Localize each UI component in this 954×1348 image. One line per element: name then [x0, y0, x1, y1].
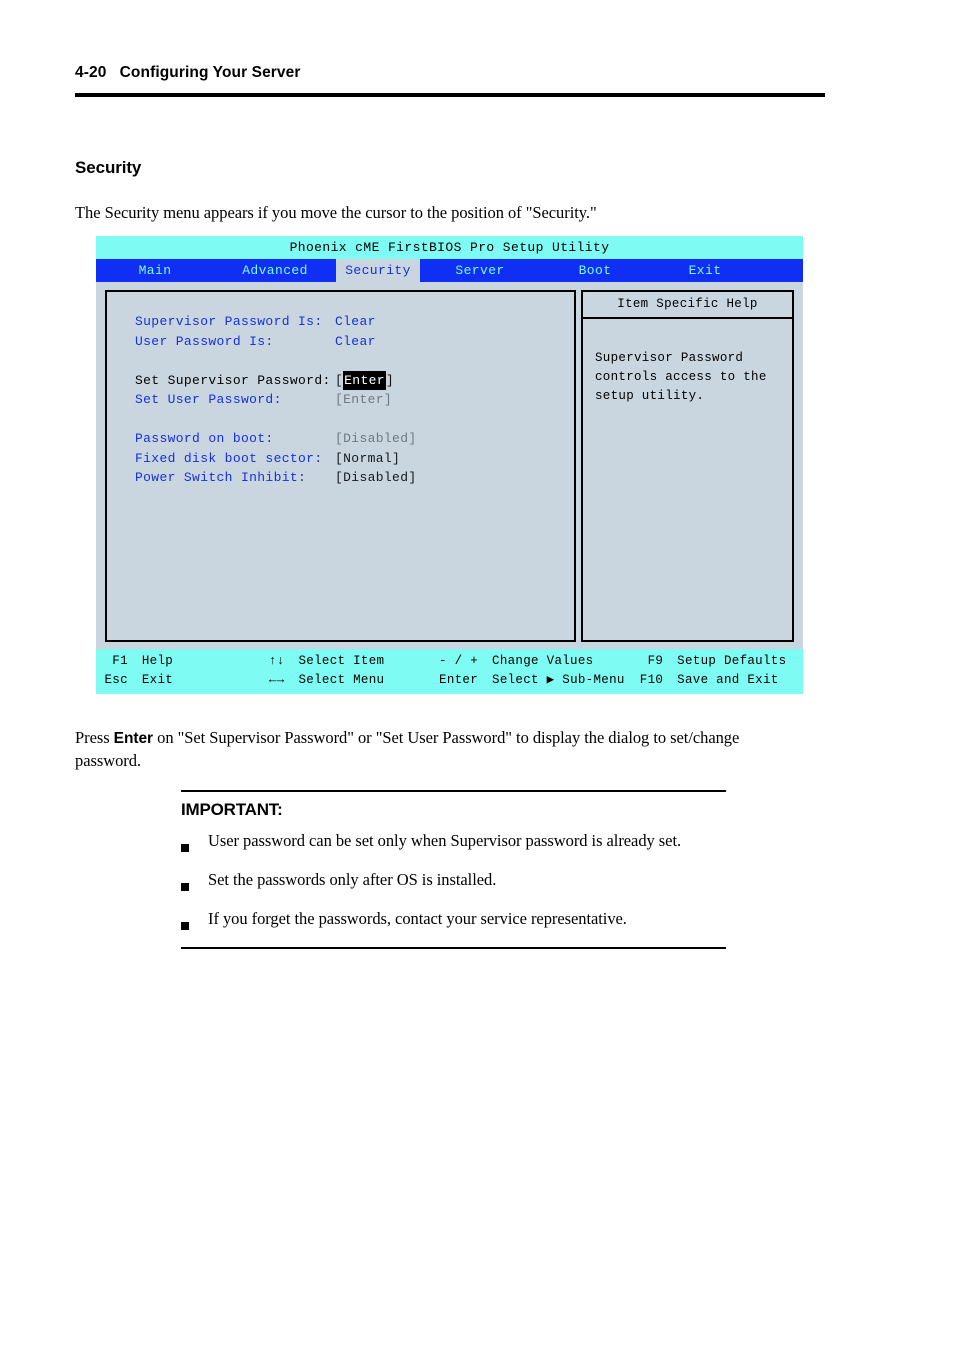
option-label: Set User Password:	[135, 392, 282, 407]
footer-label-select-submenu: Select ▶ Sub-Menu	[492, 673, 625, 687]
square-bullet-icon	[181, 830, 208, 857]
footer-label-change-values: Change Values	[492, 654, 594, 668]
option-label: Supervisor Password Is:	[135, 314, 323, 329]
page-header: 4-20 Configuring Your Server	[75, 64, 825, 97]
footer-key-enter[interactable]: Enter	[424, 671, 478, 690]
option-row-supervisor-password-is[interactable]: Supervisor Password Is: Clear	[135, 312, 574, 332]
option-value: Clear	[335, 314, 376, 329]
help-panel-body: Supervisor Password controls access to t…	[583, 319, 792, 406]
footer-label-exit: Exit	[141, 673, 174, 687]
option-value: [Normal]	[335, 450, 401, 466]
option-value-bracket-open: [	[335, 372, 344, 388]
footer-key-f1[interactable]: F1	[96, 652, 128, 671]
footer-key-minus-plus[interactable]: - / +	[424, 652, 478, 671]
option-value: [Enter]	[335, 392, 393, 407]
press-suffix: on "Set Supervisor Password" or "Set Use…	[75, 728, 740, 770]
footer-label-help: Help	[141, 654, 174, 668]
help-panel-title: Item Specific Help	[583, 292, 792, 319]
option-value: [Disabled]	[335, 431, 417, 446]
option-row-set-user-password[interactable]: Set User Password: [Enter]	[135, 390, 574, 410]
bios-footer-bar: F1 Help ↑↓ Select Item - / + Change Valu…	[96, 649, 803, 694]
tab-advanced[interactable]: Advanced	[214, 259, 336, 282]
list-item: If you forget the passwords, contact you…	[181, 908, 726, 935]
footer-label-select-menu: Select Menu	[298, 673, 385, 687]
press-key-label: Enter	[113, 730, 154, 747]
option-row-power-switch-inhibit[interactable]: Power Switch Inhibit: [Disabled]	[135, 468, 574, 488]
important-rule-top	[181, 790, 726, 792]
bios-setup-screen: Phoenix cME FirstBIOS Pro Setup Utility …	[96, 236, 803, 694]
important-item-text: Set the passwords only after OS is insta…	[208, 870, 497, 889]
option-value-bracket-close: ]	[385, 372, 395, 388]
footer-key-f9[interactable]: F9	[626, 652, 663, 671]
footer-key-arrows-updown[interactable]: ↑↓	[232, 652, 284, 671]
press-prefix: Press	[75, 728, 114, 747]
tab-security[interactable]: Security	[336, 259, 420, 282]
option-spacer	[135, 410, 574, 430]
option-label: Set Supervisor Password:	[135, 372, 331, 388]
option-spacer	[135, 351, 574, 371]
option-label: Power Switch Inhibit:	[135, 470, 307, 485]
list-item: Set the passwords only after OS is insta…	[181, 869, 726, 896]
help-line-2: controls access to the	[595, 370, 767, 384]
bios-body: Supervisor Password Is: Clear User Passw…	[96, 282, 803, 649]
page-header-text: 4-20 Configuring Your Server	[75, 64, 301, 81]
important-rule-bottom	[181, 947, 726, 949]
help-line-3: setup utility.	[595, 389, 705, 403]
important-item-text: User password can be set only when Super…	[208, 831, 682, 850]
important-item-text: If you forget the passwords, contact you…	[208, 909, 627, 928]
page-title: Security	[75, 158, 142, 177]
footer-key-f10[interactable]: F10	[626, 671, 663, 690]
option-value: Clear	[335, 333, 376, 349]
tab-server[interactable]: Server	[420, 259, 540, 282]
footer-row-1: F1 Help ↑↓ Select Item - / + Change Valu…	[96, 652, 803, 671]
footer-row-2: Esc Exit ←→ Select Menu Enter Select ▶ S…	[96, 671, 803, 690]
option-row-set-supervisor-password[interactable]: Set Supervisor Password: [Enter]	[135, 370, 574, 390]
footer-key-arrows-leftright[interactable]: ←→	[232, 671, 284, 690]
important-title: IMPORTANT:	[181, 800, 283, 819]
press-enter-paragraph: Press Enter on "Set Supervisor Password"…	[75, 727, 775, 772]
help-line-1: Supervisor Password	[595, 351, 744, 365]
header-rule	[75, 93, 825, 97]
option-label: Password on boot:	[135, 431, 274, 446]
tab-main[interactable]: Main	[96, 259, 214, 282]
option-row-fixed-disk-boot-sector[interactable]: Fixed disk boot sector: [Normal]	[135, 449, 574, 469]
important-note-box: IMPORTANT: User password can be set only…	[181, 790, 726, 949]
footer-label-select-item: Select Item	[298, 654, 385, 668]
item-specific-help-panel: Item Specific Help Supervisor Password c…	[581, 290, 794, 642]
option-row-user-password-is[interactable]: User Password Is: Clear	[135, 332, 574, 352]
bios-title-bar: Phoenix cME FirstBIOS Pro Setup Utility	[96, 236, 803, 259]
intro-paragraph: The Security menu appears if you move th…	[75, 203, 597, 222]
square-bullet-icon	[181, 869, 208, 896]
list-item: User password can be set only when Super…	[181, 830, 726, 857]
option-value: [Disabled]	[335, 470, 417, 485]
option-label: User Password Is:	[135, 333, 274, 349]
footer-label-setup-defaults: Setup Defaults	[677, 654, 787, 668]
tab-exit[interactable]: Exit	[650, 259, 760, 282]
footer-label-save-and-exit: Save and Exit	[677, 673, 779, 687]
bios-menu-bar: Main Advanced Security Server Boot Exit	[96, 259, 803, 282]
footer-key-esc[interactable]: Esc	[96, 671, 128, 690]
tab-boot[interactable]: Boot	[540, 259, 650, 282]
option-label: Fixed disk boot sector:	[135, 450, 323, 466]
option-row-password-on-boot[interactable]: Password on boot: [Disabled]	[135, 429, 574, 449]
square-bullet-icon	[181, 908, 208, 935]
bios-options-panel: Supervisor Password Is: Clear User Passw…	[105, 290, 576, 642]
option-value-highlighted[interactable]: Enter	[343, 370, 386, 390]
